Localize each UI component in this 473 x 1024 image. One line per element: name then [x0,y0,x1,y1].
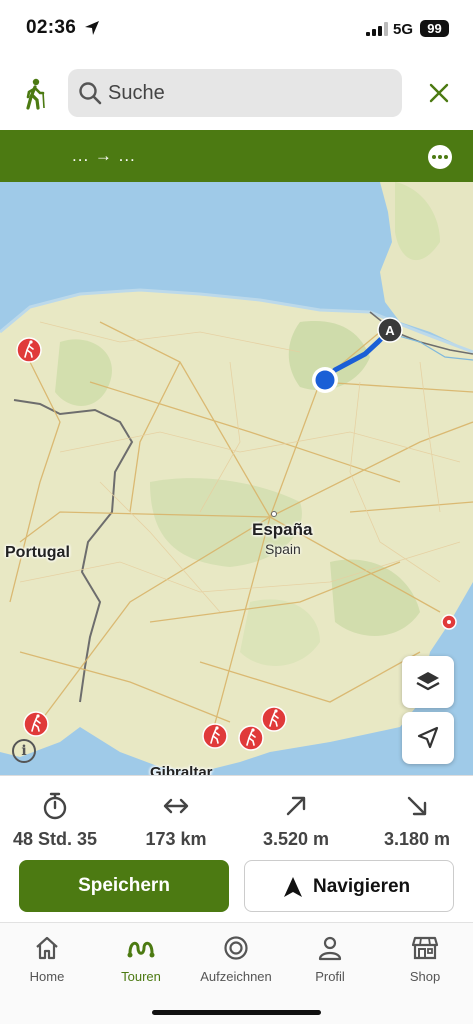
poi-marker[interactable] [238,725,264,751]
more-options-icon[interactable] [428,145,452,169]
route-header: ... → ... [0,130,473,182]
poi-marker[interactable] [261,706,287,732]
navigate-label: Navigieren [313,876,411,897]
ascent-arrow-icon [286,796,306,816]
layers-icon [416,672,440,691]
tab-touren[interactable]: Touren [94,933,188,984]
search-placeholder: Suche [108,82,165,104]
close-icon[interactable] [427,81,451,105]
hiker-icon[interactable] [20,78,48,110]
map-label-espana: España [252,520,313,539]
home-icon [36,936,58,960]
map-label-portugal: Portugal [5,544,70,561]
stat-descent: 3.180 m [362,792,472,850]
battery-indicator: 99 [420,20,449,37]
tab-bar: Home Touren Aufzeichnen Profil Shop [0,922,473,1024]
map-label-spain: Spain [265,541,301,557]
start-marker-label[interactable]: A [385,323,395,338]
layers-button[interactable] [402,656,454,708]
stat-distance-value: 173 km [145,829,207,849]
poi-marker[interactable] [441,614,457,630]
distance-icon [163,798,189,814]
stopwatch-icon [43,792,67,820]
descent-arrow-icon [407,796,427,816]
signal-icon [366,22,388,36]
tab-touren-label: Touren [121,969,161,984]
navigate-button[interactable]: Navigieren [244,860,454,912]
network-type: 5G [393,21,414,38]
locate-me-button[interactable] [402,712,454,764]
tab-home-label: Home [29,969,65,984]
search-input[interactable]: Suche [68,69,402,117]
stat-descent-value: 3.180 m [383,829,451,849]
stat-duration: 48 Std. 35 [0,792,110,850]
stat-distance: 173 km [121,792,231,850]
profile-icon [318,936,342,961]
status-time: 02:36 [26,17,77,38]
record-icon [224,936,248,960]
tab-aufzeichnen-label: Aufzeichnen [200,969,272,984]
stat-ascent-value: 3.520 m [262,829,330,849]
map-info-button[interactable]: i [12,739,36,763]
location-arrow-icon [85,21,99,35]
location-arrow-icon [417,726,439,749]
tab-aufzeichnen[interactable]: Aufzeichnen [189,933,283,984]
tab-profil[interactable]: Profil [283,933,377,984]
route-title[interactable]: ... → ... [72,146,136,166]
tours-icon [127,941,155,958]
tab-shop-label: Shop [409,969,441,984]
tab-profil-label: Profil [315,969,345,984]
tab-home[interactable]: Home [0,933,94,984]
navigation-arrow-icon [284,877,302,897]
stat-duration-value: 48 Std. 35 [12,829,98,849]
status-bar: 02:36 5G 99 [0,0,473,56]
map-label-gibraltar: Gibraltar [150,764,213,775]
shop-icon [411,936,439,960]
search-row: Suche [0,56,473,130]
tab-shop[interactable]: Shop [378,933,472,984]
poi-marker[interactable] [202,723,228,749]
home-indicator [152,1010,321,1015]
tour-stats: 48 Std. 35 173 km 3.520 m 3.180 m [0,775,473,857]
map-view[interactable]: A España Spain Portugal Gibraltar i [0,182,473,775]
poi-marker[interactable] [23,711,49,737]
search-icon [79,82,102,105]
poi-marker[interactable] [16,337,42,363]
stat-ascent: 3.520 m [241,792,351,850]
save-button[interactable]: Speichern [19,860,229,912]
